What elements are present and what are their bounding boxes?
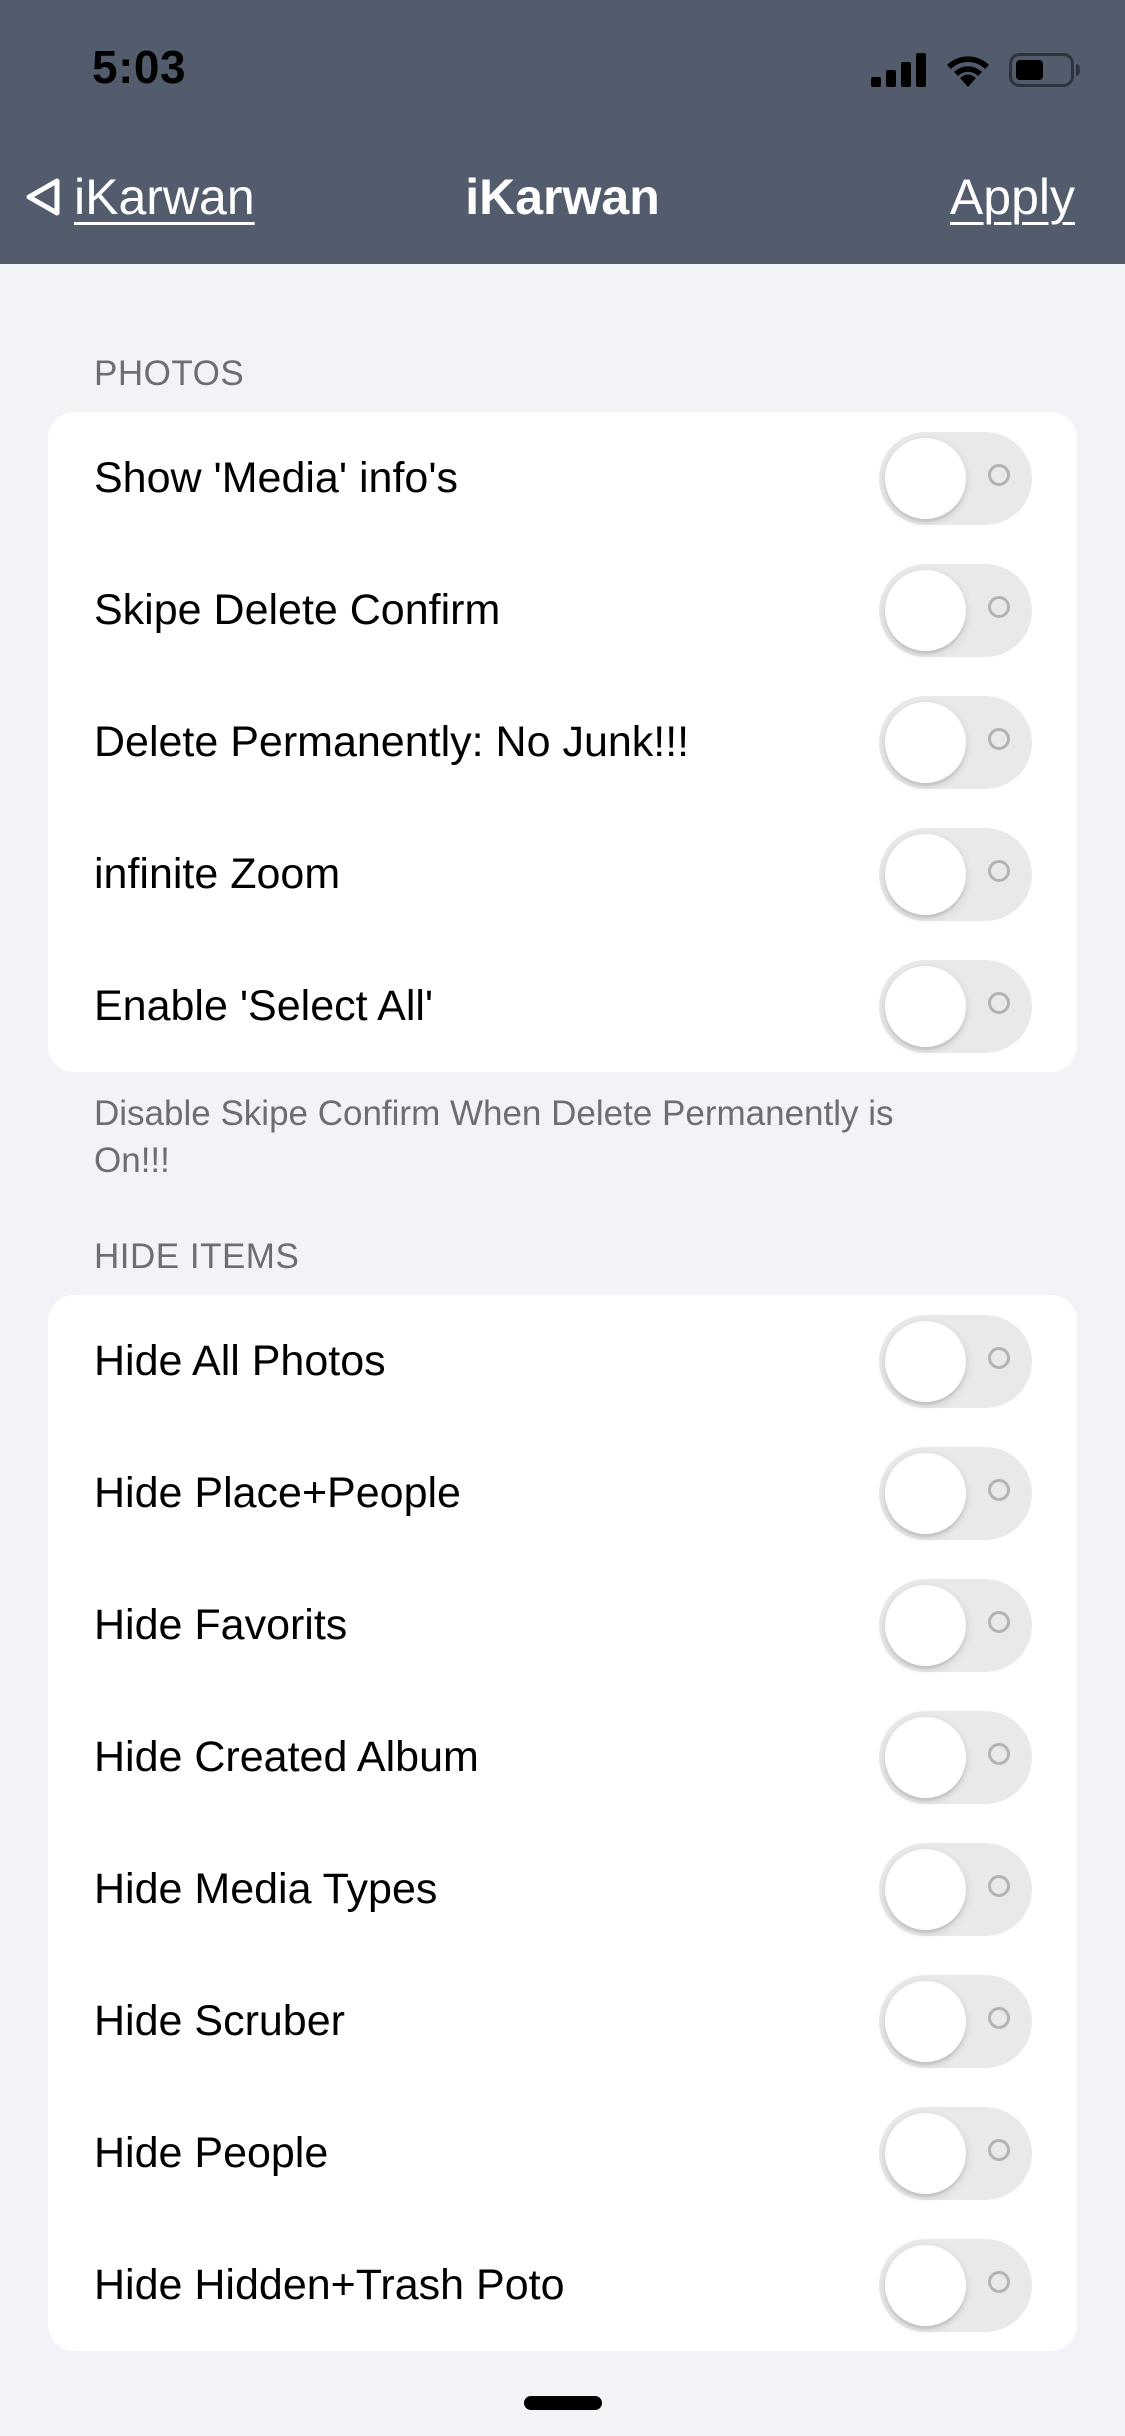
row-label: Hide Media Types <box>94 1864 438 1913</box>
row-label: Hide Scruber <box>94 1996 345 2045</box>
settings-row: Delete Permanently: No Junk!!! <box>48 676 1077 808</box>
toggle-switch[interactable] <box>879 1711 1032 1804</box>
toggle-switch[interactable] <box>879 696 1032 789</box>
settings-row: Hide Media Types <box>48 1823 1077 1955</box>
toggle-switch[interactable] <box>879 2239 1032 2332</box>
row-label: Hide Favorits <box>94 1600 348 1649</box>
settings-row: Hide People <box>48 2087 1077 2219</box>
toggle-knob <box>885 438 966 519</box>
toggle-off-icon <box>988 2139 1010 2161</box>
settings-card-photos: Show 'Media' info's Skipe Delete Confirm… <box>48 412 1077 1072</box>
toggle-off-icon <box>988 1875 1010 1897</box>
toggle-knob <box>885 1717 966 1798</box>
battery-icon <box>1009 53 1080 87</box>
cellular-signal-icon <box>871 53 926 87</box>
toggle-switch[interactable] <box>879 1579 1032 1672</box>
toggle-knob <box>885 1321 966 1402</box>
navigation-header: 5:03 iKarwan iKarwan Apply <box>0 0 1125 264</box>
settings-row: Hide All Photos <box>48 1295 1077 1427</box>
toggle-off-icon <box>988 464 1010 486</box>
toggle-knob <box>885 2113 966 2194</box>
back-arrow-icon <box>26 178 60 216</box>
row-label: Hide All Photos <box>94 1336 386 1385</box>
status-icons <box>871 48 1081 92</box>
toggle-knob <box>885 1849 966 1930</box>
toggle-knob <box>885 834 966 915</box>
toggle-off-icon <box>988 1347 1010 1369</box>
wifi-icon <box>947 56 989 87</box>
toggle-off-icon <box>988 1743 1010 1765</box>
row-label: Hide Hidden+Trash Poto <box>94 2260 565 2309</box>
settings-row: Enable 'Select All' <box>48 940 1077 1072</box>
toggle-switch[interactable] <box>879 1315 1032 1408</box>
toggle-off-icon <box>988 1479 1010 1501</box>
apply-button[interactable]: Apply <box>950 168 1075 226</box>
toggle-switch[interactable] <box>879 432 1032 525</box>
settings-row: Hide Hidden+Trash Poto <box>48 2219 1077 2351</box>
toggle-off-icon <box>988 860 1010 882</box>
settings-row: Skipe Delete Confirm <box>48 544 1077 676</box>
settings-row: Show 'Media' info's <box>48 412 1077 544</box>
toggle-off-icon <box>988 2271 1010 2293</box>
toggle-knob <box>885 966 966 1047</box>
row-label: Hide Place+People <box>94 1468 461 1517</box>
toggle-knob <box>885 1585 966 1666</box>
toggle-knob <box>885 702 966 783</box>
toggle-knob <box>885 1453 966 1534</box>
settings-row: Hide Scruber <box>48 1955 1077 2087</box>
toggle-knob <box>885 1981 966 2062</box>
back-button[interactable]: iKarwan <box>24 168 255 226</box>
settings-row: Hide Place+People <box>48 1427 1077 1559</box>
row-label: Skipe Delete Confirm <box>94 585 501 634</box>
back-button-label: iKarwan <box>74 169 255 225</box>
row-label: Enable 'Select All' <box>94 981 434 1030</box>
section-header-photos: PHOTOS <box>94 354 245 393</box>
toggle-off-icon <box>988 2007 1010 2029</box>
settings-row: infinite Zoom <box>48 808 1077 940</box>
toggle-switch[interactable] <box>879 828 1032 921</box>
toggle-off-icon <box>988 992 1010 1014</box>
toggle-knob <box>885 570 966 651</box>
toggle-switch[interactable] <box>879 2107 1032 2200</box>
status-time: 5:03 <box>92 41 187 93</box>
toggle-switch[interactable] <box>879 1843 1032 1936</box>
toggle-off-icon <box>988 1611 1010 1633</box>
settings-row: Hide Favorits <box>48 1559 1077 1691</box>
row-label: infinite Zoom <box>94 849 341 898</box>
row-label: Hide People <box>94 2128 329 2177</box>
row-label: Show 'Media' info's <box>94 453 459 502</box>
settings-card-hide-items: Hide All Photos Hide Place+People Hide F… <box>48 1295 1077 2351</box>
toggle-knob <box>885 2245 966 2326</box>
section-footer-note: Disable Skipe Confirm When Delete Perman… <box>94 1094 894 1180</box>
row-label: Hide Created Album <box>94 1732 479 1781</box>
toggle-switch[interactable] <box>879 960 1032 1053</box>
section-header-hide-items: HIDE ITEMS <box>94 1237 300 1276</box>
row-label: Delete Permanently: No Junk!!! <box>94 717 690 766</box>
settings-row: Hide Created Album <box>48 1691 1077 1823</box>
toggle-off-icon <box>988 728 1010 750</box>
toggle-switch[interactable] <box>879 564 1032 657</box>
toggle-switch[interactable] <box>879 1975 1032 2068</box>
toggle-switch[interactable] <box>879 1447 1032 1540</box>
toggle-off-icon <box>988 596 1010 618</box>
home-indicator[interactable] <box>524 2396 602 2410</box>
